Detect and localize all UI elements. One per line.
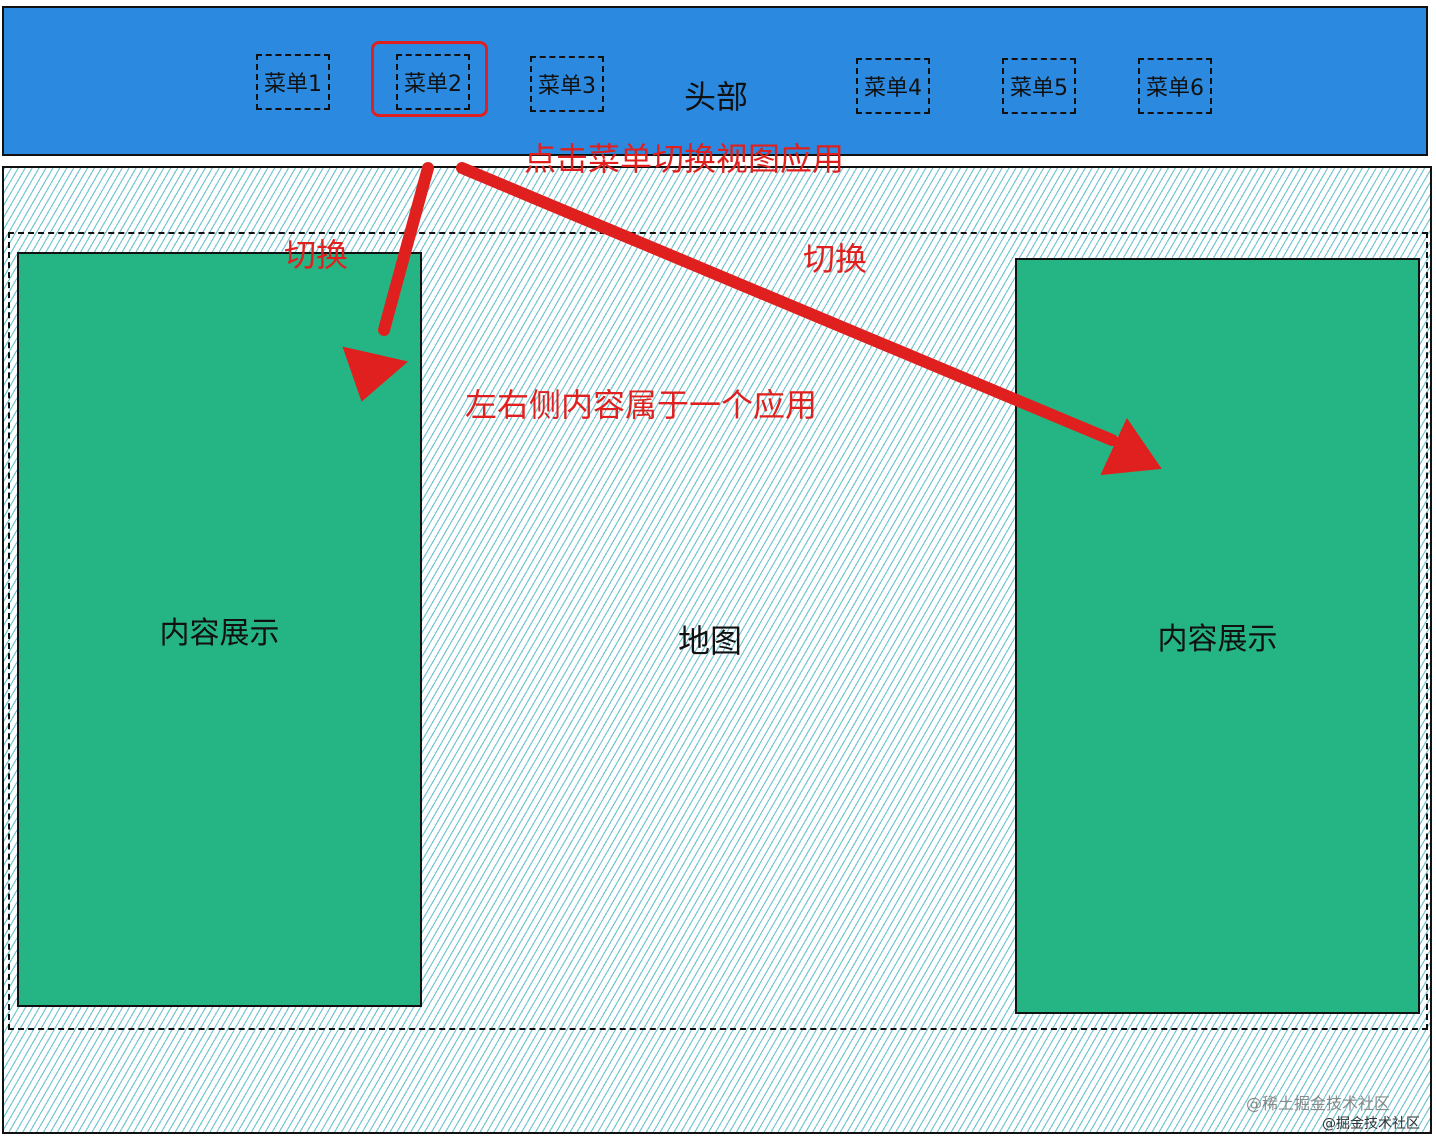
menu-item-3[interactable]: 菜单3	[530, 56, 604, 112]
watermark-2: @掘金技术社区	[1322, 1116, 1420, 1132]
header-title: 头部	[684, 78, 749, 116]
annotation-switch-left: 切换	[284, 236, 349, 274]
left-content-panel: 内容展示	[17, 252, 422, 1007]
menu-item-4[interactable]: 菜单4	[856, 58, 930, 114]
menu-item-1[interactable]: 菜单1	[256, 54, 330, 110]
right-panel-label: 内容展示	[1157, 622, 1278, 657]
menu-item-6[interactable]: 菜单6	[1138, 58, 1212, 114]
left-panel-label: 内容展示	[159, 615, 280, 651]
watermark-1: @稀土掘金技术社区	[1246, 1094, 1391, 1113]
annotation-click-menu: 点击菜单切换视图应用	[524, 140, 845, 178]
right-content-panel: 内容展示	[1015, 258, 1420, 1014]
annotation-switch-right: 切换	[803, 240, 868, 278]
menu-item-5[interactable]: 菜单5	[1002, 58, 1076, 114]
selected-menu-highlight	[371, 41, 488, 117]
annotation-same-app: 左右侧内容属于一个应用	[465, 386, 818, 424]
map-label: 地图	[678, 622, 743, 660]
